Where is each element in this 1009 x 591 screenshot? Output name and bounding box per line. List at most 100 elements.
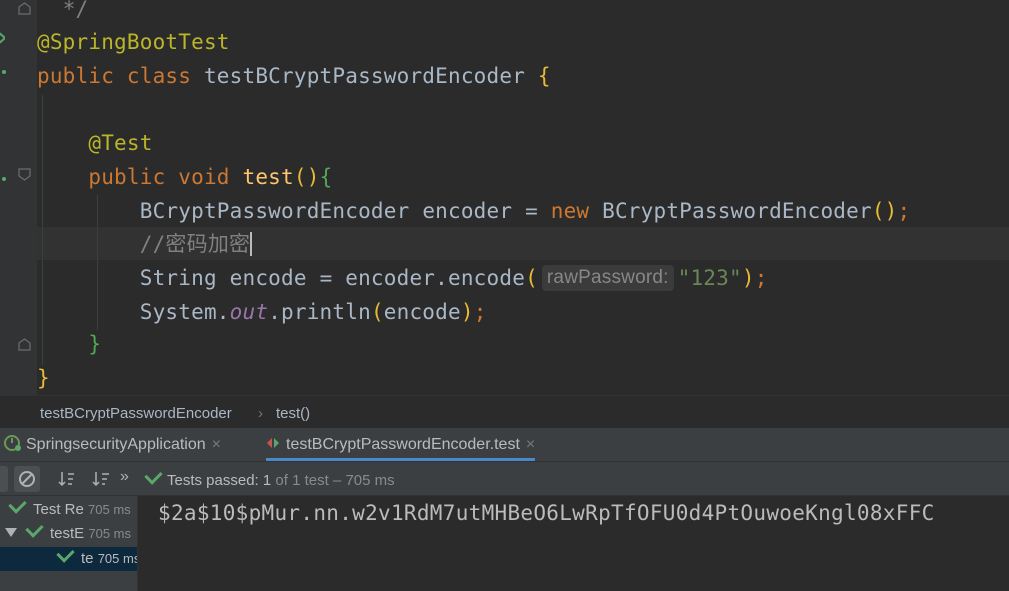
method-name: test	[242, 165, 294, 189]
stop-button[interactable]	[14, 466, 40, 492]
passed-count: 1	[262, 472, 272, 489]
paren-open: (	[525, 266, 538, 290]
code-line-11[interactable]: }	[37, 327, 101, 361]
test-toolbar: » Tests passed: 1 of 1 test – 705 ms	[0, 462, 1009, 496]
code-line-1[interactable]: */	[37, 0, 88, 26]
close-icon[interactable]: ×	[212, 436, 221, 453]
parens: ()	[293, 165, 320, 189]
brace: {	[537, 64, 551, 88]
type-name: BCryptPasswordEncoder	[139, 199, 410, 223]
run-panel: Test Re 705 ms testE 705 ms te 705 ms $2…	[0, 496, 1009, 591]
paren-close: )	[741, 266, 755, 290]
breadcrumb-item-class[interactable]: testBCryptPasswordEncoder	[40, 405, 232, 422]
test-tree: Test Re 705 ms testE 705 ms te 705 ms	[0, 496, 138, 591]
variable: encoder	[422, 199, 513, 223]
variable: encode	[229, 266, 307, 290]
active-tab-indicator	[266, 458, 536, 461]
fold-end-icon[interactable]	[18, 338, 31, 351]
pass-check-icon	[25, 519, 44, 538]
breadcrumb-separator: ›	[258, 405, 263, 422]
code-line-2[interactable]: @SpringBootTest	[37, 25, 230, 59]
code-line-6[interactable]: public void test(){	[37, 160, 332, 194]
tab-label: testBCryptPasswordEncoder.test	[286, 436, 520, 453]
keyword: new	[550, 199, 590, 223]
rerun-button[interactable]	[0, 466, 8, 492]
string-literal: "123"	[677, 266, 742, 290]
text-caret	[250, 232, 253, 256]
duration: – 705 ms	[332, 472, 395, 489]
console-output[interactable]: $2a$10$pMur.nn.w2v1RdM7utMHBeO6LwRpTfOFU…	[158, 501, 935, 525]
fold-method-icon[interactable]	[18, 168, 31, 181]
brace: }	[88, 332, 102, 356]
comment: //密码加密	[139, 232, 251, 256]
close-icon[interactable]: ×	[526, 436, 535, 453]
tree-label: Test Re	[33, 501, 84, 518]
tab-label: SpringsecurityApplication	[26, 436, 206, 453]
semicolon: ;	[473, 300, 487, 324]
sort-alpha-icon[interactable]	[58, 470, 76, 488]
parens: ()	[871, 199, 898, 223]
tree-item-method[interactable]: te 705 ms	[0, 544, 138, 571]
cancel-icon	[19, 471, 35, 487]
code-line-9[interactable]: String encode = encoder.encode(rawPasswo…	[37, 261, 768, 295]
semicolon: ;	[897, 199, 911, 223]
pass-check-icon	[144, 466, 163, 485]
brace: {	[319, 165, 333, 189]
total-count: of 1 test	[275, 472, 329, 489]
comment-end: */	[62, 0, 89, 21]
tree-label: te	[81, 550, 94, 567]
sort-duration-icon[interactable]	[92, 470, 110, 488]
run-test-marker-icon[interactable]	[2, 70, 6, 74]
type-name: String	[139, 266, 217, 290]
operator: =	[319, 266, 333, 290]
expand-arrow-icon[interactable]	[5, 528, 17, 537]
tree-time: 705 ms	[88, 526, 131, 541]
constructor: BCryptPasswordEncoder	[602, 199, 872, 223]
tree-item-root[interactable]: Test Re 705 ms	[0, 496, 137, 522]
method-call: encoder.encode	[345, 266, 526, 290]
code-line-12[interactable]: }	[37, 361, 50, 395]
code-line-7[interactable]: BCryptPasswordEncoder encoder = new BCry…	[37, 194, 910, 228]
tab-test-bcrypt[interactable]: testBCryptPasswordEncoder.test ×	[266, 428, 536, 461]
spring-boot-icon	[4, 435, 21, 451]
parameter-hint: rawPassword:	[541, 265, 674, 291]
tree-item-class[interactable]: testE 705 ms	[0, 519, 137, 546]
tree-time: 705 ms	[88, 502, 131, 517]
test-run-icon	[267, 438, 279, 448]
method-call: .println	[268, 300, 371, 324]
keyword: void	[178, 165, 230, 189]
code-line-10[interactable]: System.out.println(encode);	[37, 295, 487, 329]
tree-time: 705 ms	[97, 551, 138, 566]
semicolon: ;	[754, 266, 768, 290]
tree-label: testE	[50, 525, 85, 542]
status-prefix: Tests passed:	[167, 472, 259, 489]
pass-check-icon	[8, 496, 27, 514]
brace: }	[37, 366, 50, 390]
static-field: out	[229, 300, 269, 324]
fold-comment-icon[interactable]	[18, 2, 31, 15]
class-name: testBCryptPasswordEncoder	[203, 64, 526, 88]
pass-check-icon	[56, 544, 75, 563]
run-tabs: SpringsecurityApplication × testBCryptPas…	[0, 428, 1009, 462]
test-status: Tests passed: 1 of 1 test – 705 ms	[144, 466, 395, 489]
keyword: public	[88, 165, 166, 189]
tab-springsecurity-application[interactable]: SpringsecurityApplication ×	[4, 428, 221, 461]
annotation: @Test	[88, 131, 153, 155]
operator: =	[525, 199, 538, 223]
class-ref: System.	[139, 300, 230, 324]
code-line-5[interactable]: @Test	[37, 126, 153, 160]
run-class-icon[interactable]	[0, 30, 7, 44]
argument: encode	[383, 300, 461, 324]
breadcrumb: testBCryptPasswordEncoder › test()	[0, 395, 1009, 429]
more-actions-icon[interactable]: »	[120, 468, 129, 486]
code-line-3[interactable]: public class testBCryptPasswordEncoder {	[37, 59, 551, 93]
code-editor[interactable]: */ @SpringBootTest public class testBCry…	[0, 0, 1009, 395]
breadcrumb-item-method[interactable]: test()	[276, 405, 310, 422]
paren-close: )	[460, 300, 474, 324]
paren-open: (	[370, 300, 384, 324]
editor-gutter[interactable]	[0, 0, 37, 395]
code-line-8[interactable]: //密码加密	[37, 227, 253, 261]
keyword: class	[126, 64, 192, 88]
run-method-marker-icon[interactable]	[2, 177, 6, 181]
keyword: public	[37, 64, 115, 88]
